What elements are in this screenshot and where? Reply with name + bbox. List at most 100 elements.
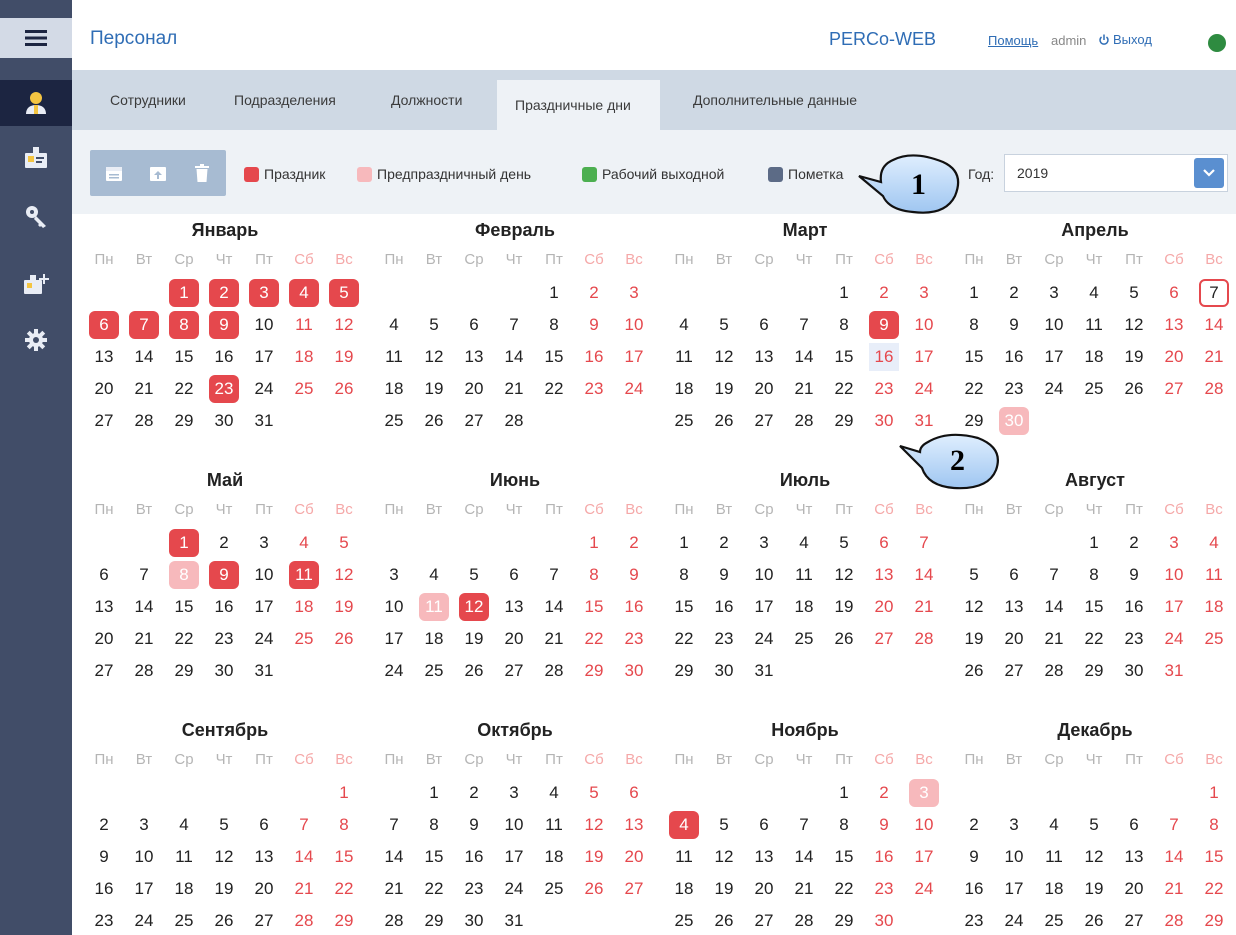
day-cell[interactable]: 5 xyxy=(1119,279,1149,307)
day-cell[interactable]: 26 xyxy=(459,657,489,685)
day-cell[interactable]: 9 xyxy=(1119,561,1149,589)
day-cell[interactable]: 6 xyxy=(869,529,899,557)
day-cell[interactable]: 2 xyxy=(89,811,119,839)
day-cell[interactable]: 7 xyxy=(909,529,939,557)
day-cell[interactable]: 25 xyxy=(539,875,569,903)
day-cell[interactable]: 25 xyxy=(789,625,819,653)
day-cell[interactable]: 22 xyxy=(579,625,609,653)
day-cell[interactable]: 19 xyxy=(709,375,739,403)
day-cell[interactable]: 19 xyxy=(959,625,989,653)
sidebar-item-settings[interactable] xyxy=(0,318,72,362)
day-cell[interactable]: 18 xyxy=(289,343,319,371)
day-cell[interactable]: 4 xyxy=(1199,529,1229,557)
day-cell[interactable]: 20 xyxy=(89,625,119,653)
day-cell[interactable]: 6 xyxy=(89,311,119,339)
day-cell[interactable]: 24 xyxy=(909,375,939,403)
day-cell[interactable]: 27 xyxy=(999,657,1029,685)
day-cell[interactable]: 20 xyxy=(499,625,529,653)
day-cell[interactable]: 31 xyxy=(499,907,529,935)
day-cell[interactable]: 5 xyxy=(709,311,739,339)
day-cell[interactable]: 15 xyxy=(169,593,199,621)
day-cell[interactable]: 24 xyxy=(129,907,159,935)
day-cell[interactable]: 8 xyxy=(1079,561,1109,589)
day-cell[interactable]: 27 xyxy=(749,907,779,935)
day-cell[interactable]: 27 xyxy=(749,407,779,435)
day-cell[interactable]: 23 xyxy=(459,875,489,903)
day-cell[interactable]: 15 xyxy=(169,343,199,371)
day-cell[interactable]: 22 xyxy=(539,375,569,403)
sidebar-item-add-card[interactable] xyxy=(0,262,72,306)
day-cell[interactable]: 12 xyxy=(419,343,449,371)
day-cell[interactable]: 3 xyxy=(749,529,779,557)
day-cell[interactable]: 24 xyxy=(1159,625,1189,653)
day-cell[interactable]: 6 xyxy=(249,811,279,839)
day-cell[interactable]: 4 xyxy=(1039,811,1069,839)
day-cell[interactable]: 8 xyxy=(829,811,859,839)
day-cell[interactable]: 5 xyxy=(709,811,739,839)
day-cell[interactable]: 27 xyxy=(1159,375,1189,403)
day-cell[interactable]: 3 xyxy=(379,561,409,589)
day-cell[interactable]: 16 xyxy=(709,593,739,621)
day-cell[interactable]: 18 xyxy=(669,875,699,903)
day-cell[interactable]: 19 xyxy=(709,875,739,903)
day-cell[interactable]: 26 xyxy=(419,407,449,435)
day-cell[interactable]: 5 xyxy=(329,279,359,307)
day-cell[interactable]: 20 xyxy=(869,593,899,621)
day-cell[interactable]: 10 xyxy=(499,811,529,839)
day-cell[interactable]: 3 xyxy=(1039,279,1069,307)
day-cell[interactable]: 26 xyxy=(209,907,239,935)
day-cell[interactable]: 7 xyxy=(1039,561,1069,589)
day-cell[interactable]: 24 xyxy=(499,875,529,903)
day-cell[interactable]: 24 xyxy=(619,375,649,403)
day-cell[interactable]: 4 xyxy=(289,529,319,557)
day-cell[interactable]: 5 xyxy=(419,311,449,339)
day-cell[interactable]: 9 xyxy=(209,311,239,339)
day-cell[interactable]: 28 xyxy=(129,407,159,435)
day-cell[interactable]: 3 xyxy=(249,529,279,557)
day-cell[interactable]: 22 xyxy=(829,875,859,903)
day-cell[interactable]: 15 xyxy=(329,843,359,871)
day-cell[interactable]: 22 xyxy=(1079,625,1109,653)
day-cell[interactable]: 28 xyxy=(539,657,569,685)
day-cell[interactable]: 22 xyxy=(419,875,449,903)
day-cell[interactable]: 8 xyxy=(579,561,609,589)
day-cell[interactable]: 17 xyxy=(249,593,279,621)
day-cell[interactable]: 19 xyxy=(1079,875,1109,903)
day-cell[interactable]: 29 xyxy=(1199,907,1229,935)
day-cell[interactable]: 30 xyxy=(619,657,649,685)
day-cell[interactable]: 14 xyxy=(129,593,159,621)
day-cell[interactable]: 19 xyxy=(579,843,609,871)
day-cell[interactable]: 12 xyxy=(959,593,989,621)
day-cell[interactable]: 22 xyxy=(1199,875,1229,903)
day-cell[interactable]: 25 xyxy=(1079,375,1109,403)
day-cell[interactable]: 23 xyxy=(999,375,1029,403)
day-cell[interactable]: 19 xyxy=(829,593,859,621)
day-cell[interactable]: 20 xyxy=(749,375,779,403)
day-cell[interactable]: 11 xyxy=(1199,561,1229,589)
day-cell[interactable]: 27 xyxy=(499,657,529,685)
day-cell[interactable]: 8 xyxy=(329,811,359,839)
day-cell[interactable]: 21 xyxy=(789,875,819,903)
day-cell[interactable]: 13 xyxy=(749,843,779,871)
day-cell[interactable]: 14 xyxy=(1159,843,1189,871)
day-cell[interactable]: 20 xyxy=(999,625,1029,653)
day-cell[interactable]: 16 xyxy=(579,343,609,371)
day-cell[interactable]: 2 xyxy=(579,279,609,307)
day-cell[interactable]: 14 xyxy=(379,843,409,871)
sidebar-item-staff[interactable] xyxy=(0,80,72,126)
day-cell[interactable]: 24 xyxy=(1039,375,1069,403)
day-cell[interactable]: 1 xyxy=(579,529,609,557)
day-cell[interactable]: 30 xyxy=(459,907,489,935)
day-cell[interactable]: 9 xyxy=(89,843,119,871)
day-cell[interactable]: 23 xyxy=(579,375,609,403)
day-cell[interactable]: 8 xyxy=(1199,811,1229,839)
day-cell[interactable]: 27 xyxy=(869,625,899,653)
menu-button[interactable] xyxy=(0,18,72,58)
day-cell[interactable]: 25 xyxy=(379,407,409,435)
day-cell[interactable]: 13 xyxy=(619,811,649,839)
day-cell[interactable]: 4 xyxy=(379,311,409,339)
day-cell[interactable]: 2 xyxy=(869,279,899,307)
day-cell[interactable]: 10 xyxy=(129,843,159,871)
tab-departments[interactable]: Подразделения xyxy=(216,70,354,130)
day-cell[interactable]: 21 xyxy=(379,875,409,903)
